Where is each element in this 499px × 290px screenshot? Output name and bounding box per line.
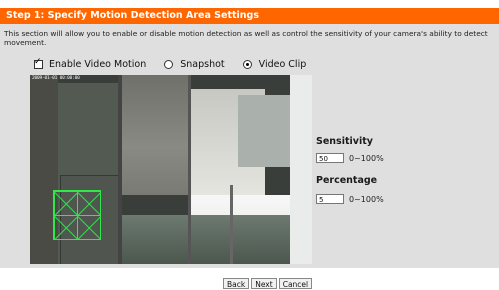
enable-video-motion-checkbox[interactable] [34, 57, 43, 69]
video-timestamp: 2009-01-01 00:00:00 [32, 76, 80, 81]
scene-blind-dark [120, 75, 190, 195]
enable-video-motion-label: Enable Video Motion [49, 59, 147, 70]
wizard-buttons: Back Next Cancel [223, 278, 313, 289]
scene-frame [118, 75, 122, 264]
section-header: Step 1: Specify Motion Detection Area Se… [0, 8, 499, 24]
enable-video-motion-option[interactable]: Enable Video Motion [34, 57, 147, 70]
sensitivity-label: Sensitivity [316, 136, 373, 147]
motion-grid-cell[interactable] [54, 215, 78, 240]
camera-view[interactable]: 2009-01-01 00:00:00 [30, 75, 312, 264]
scene-floor [120, 215, 312, 264]
motion-options: Enable Video Motion Snapshot Video Clip [34, 57, 324, 70]
cancel-button[interactable]: Cancel [278, 278, 313, 289]
snapshot-label: Snapshot [180, 59, 225, 70]
motion-grid-cell[interactable] [54, 191, 78, 216]
next-button[interactable]: Next [251, 278, 277, 289]
snapshot-option[interactable]: Snapshot [164, 59, 225, 70]
motion-grid-cell[interactable] [77, 215, 101, 240]
percentage-label: Percentage [316, 175, 378, 186]
video-clip-option[interactable]: Video Clip [242, 59, 307, 70]
section-description: This section will allow you to enable or… [4, 29, 488, 47]
sensitivity-range: 0~100% [349, 154, 384, 163]
scene-frame [230, 185, 233, 264]
snapshot-radio[interactable] [164, 60, 174, 69]
scene-blind-right [238, 95, 290, 167]
scene-wall-right [290, 75, 312, 264]
motion-detection-grid[interactable] [53, 190, 101, 240]
scene-frame [188, 75, 191, 264]
video-clip-label: Video Clip [258, 59, 307, 70]
percentage-input[interactable]: 5 [316, 194, 344, 204]
video-clip-radio[interactable] [242, 60, 252, 69]
motion-grid-cell[interactable] [77, 191, 101, 216]
sensitivity-input[interactable]: 50 [316, 153, 344, 163]
percentage-range: 0~100% [349, 195, 384, 204]
back-button[interactable]: Back [223, 278, 250, 289]
section-title: Step 1: Specify Motion Detection Area Se… [6, 10, 260, 21]
